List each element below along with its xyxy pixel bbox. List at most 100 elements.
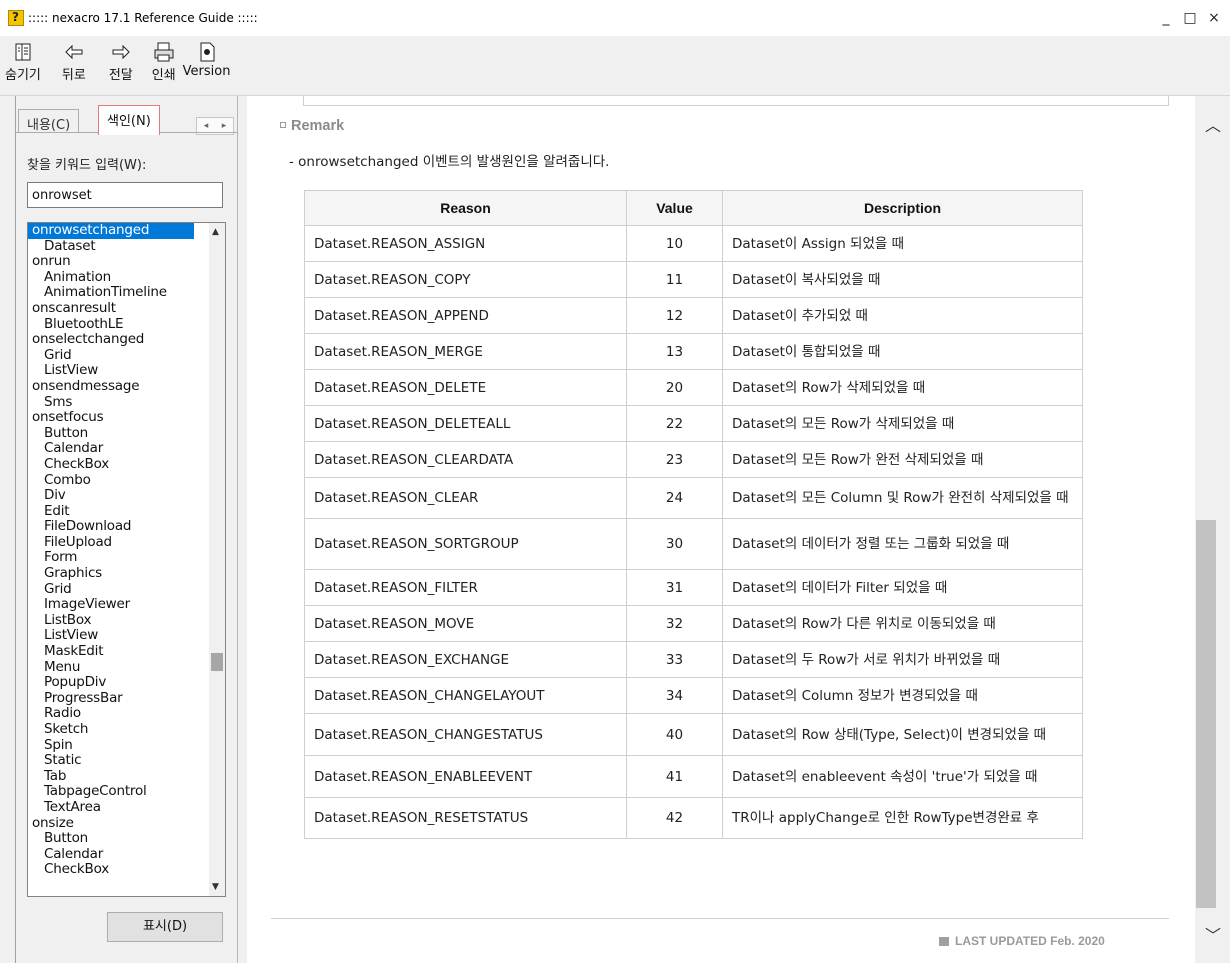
list-item[interactable]: Static	[28, 753, 211, 769]
close-icon[interactable]: ×	[1204, 10, 1224, 26]
list-item[interactable]: Calendar	[28, 441, 211, 457]
version-button[interactable]: Version	[181, 36, 236, 79]
tab-contents[interactable]: 내용(C)	[18, 109, 80, 133]
list-item[interactable]: Button	[28, 831, 211, 847]
reason-cell: Dataset.REASON_CHANGELAYOUT	[304, 677, 627, 714]
value-cell: 34	[626, 677, 723, 714]
tab-right-icon[interactable]: ▸	[222, 121, 227, 131]
value-cell: 23	[626, 441, 723, 478]
list-item[interactable]: Radio	[28, 706, 211, 722]
list-item[interactable]: BluetoothLE	[28, 316, 211, 333]
list-item[interactable]: ListView	[28, 363, 211, 379]
update-icon	[939, 937, 949, 946]
list-item[interactable]: Button	[28, 425, 211, 442]
list-item[interactable]: onrun	[28, 254, 211, 270]
description-cell: Dataset이 복사되었을 때	[722, 261, 1083, 298]
forward-label: 전달	[108, 68, 133, 83]
list-item[interactable]: Sketch	[28, 721, 211, 738]
list-item[interactable]: Dataset	[28, 238, 211, 255]
list-item[interactable]: TextArea	[28, 799, 211, 816]
value-cell: 22	[626, 405, 723, 442]
last-updated-text: LAST UPDATED Feb. 2020	[955, 934, 1105, 948]
list-item[interactable]: Graphics	[28, 565, 211, 582]
list-item[interactable]: onsize	[28, 815, 211, 832]
list-item[interactable]: onsetfocus	[28, 410, 211, 426]
list-item[interactable]: ListView	[28, 628, 211, 644]
list-item[interactable]: onrowsetchanged	[28, 223, 194, 239]
list-item[interactable]: Menu	[28, 659, 211, 676]
table-row: Dataset.REASON_EXCHANGE 33 Dataset의 두 Row가…	[304, 641, 1083, 678]
list-item[interactable]: MaskEdit	[28, 643, 211, 660]
tab-left-icon[interactable]: ◂	[204, 121, 209, 131]
list-item[interactable]: PopupDiv	[28, 675, 211, 691]
description-cell: Dataset이 추가되었 때	[722, 297, 1083, 334]
keyword-input[interactable]	[27, 182, 223, 208]
list-item[interactable]: onscanresult	[28, 300, 211, 317]
minimize-icon[interactable]: _	[1156, 10, 1176, 26]
index-listbox[interactable]: onrowsetchanged Dataset onrun Animation Anim…	[27, 222, 226, 897]
show-button[interactable]: 표시(D)	[107, 912, 223, 942]
reason-cell: Dataset.REASON_DELETEALL	[304, 405, 627, 442]
back-button[interactable]: 뒤로	[46, 36, 91, 83]
reason-cell: Dataset.REASON_RESETSTATUS	[304, 797, 627, 839]
list-item[interactable]: Grid	[28, 347, 211, 364]
scroll-down-icon[interactable]: ▼	[212, 882, 219, 892]
reason-cell: Dataset.REASON_COPY	[304, 261, 627, 298]
description-cell: Dataset의 enableevent 속성이 'true'가 되었을 때	[722, 755, 1083, 798]
toolbar: 숨기기 뒤로 전달 인쇄 Version	[0, 36, 1230, 96]
reason-cell: Dataset.REASON_MOVE	[304, 605, 627, 642]
maximize-icon[interactable]: □	[1180, 10, 1200, 26]
list-item[interactable]: Spin	[28, 737, 211, 754]
list-item[interactable]: Tab	[28, 768, 211, 785]
list-item[interactable]: FileUpload	[28, 534, 211, 551]
chevron-down-icon[interactable]: ﹀	[1205, 922, 1221, 946]
list-item[interactable]: CheckBox	[28, 456, 211, 473]
reason-cell: Dataset.REASON_CLEAR	[304, 477, 627, 519]
reason-cell: Dataset.REASON_ENABLEEVENT	[304, 755, 627, 798]
list-item[interactable]: ImageViewer	[28, 597, 211, 613]
list-item[interactable]: TabpageControl	[28, 784, 211, 800]
content-scrollbar[interactable]: ︿ ﹀	[1195, 96, 1230, 963]
list-item[interactable]: Sms	[28, 394, 211, 411]
list-item[interactable]: Calendar	[28, 846, 211, 863]
reason-table: Reason Value Description Dataset.REASON_…	[304, 190, 1083, 839]
value-cell: 24	[626, 477, 723, 519]
forward-arrow-icon	[111, 42, 131, 64]
list-item[interactable]: FileDownload	[28, 519, 211, 535]
print-button[interactable]: 인쇄	[138, 36, 181, 83]
value-cell: 42	[626, 797, 723, 839]
description-cell: Dataset의 모든 Column 및 Row가 완전히 삭제되었을 때	[722, 477, 1083, 519]
value-cell: 10	[626, 225, 723, 262]
description-cell: Dataset이 Assign 되었을 때	[722, 225, 1083, 262]
value-cell: 32	[626, 605, 723, 642]
back-arrow-icon	[64, 42, 84, 64]
listbox-scrollbar[interactable]: ▲ ▼	[209, 223, 225, 896]
index-list[interactable]: onrowsetchanged Dataset onrun Animation Anim…	[28, 223, 211, 878]
hide-button[interactable]: 숨기기	[0, 36, 46, 83]
reason-cell: Dataset.REASON_EXCHANGE	[304, 641, 627, 678]
chevron-up-icon[interactable]: ︿	[1205, 112, 1221, 136]
tab-index[interactable]: 색인(N)	[98, 105, 160, 135]
list-item[interactable]: Combo	[28, 472, 211, 489]
version-icon	[198, 42, 216, 64]
list-item[interactable]: ProgressBar	[28, 690, 211, 707]
list-item[interactable]: Animation	[28, 269, 211, 286]
scroll-thumb[interactable]	[211, 653, 223, 671]
list-item[interactable]: AnimationTimeline	[28, 285, 211, 301]
hide-icon	[13, 42, 33, 64]
description-cell: TR이나 applyChange로 인한 RowType변경완료 후	[722, 797, 1083, 839]
print-icon	[153, 42, 175, 64]
list-item[interactable]: onsendmessage	[28, 378, 211, 395]
table-row: Dataset.REASON_FILTER 31 Dataset의 데이터가 Fil…	[304, 569, 1083, 606]
table-row: Dataset.REASON_ENABLEEVENT 41 Dataset의 ena…	[304, 755, 1083, 798]
content-scroll-thumb[interactable]	[1196, 520, 1216, 908]
list-item[interactable]: CheckBox	[28, 862, 211, 878]
list-item[interactable]: Grid	[28, 581, 211, 598]
list-item[interactable]: Form	[28, 550, 211, 566]
list-item[interactable]: Div	[28, 487, 211, 504]
list-item[interactable]: ListBox	[28, 612, 211, 629]
scroll-up-icon[interactable]: ▲	[212, 227, 219, 237]
list-item[interactable]: Edit	[28, 503, 211, 520]
list-item[interactable]: onselectchanged	[28, 332, 211, 348]
forward-button[interactable]: 전달	[91, 36, 138, 83]
